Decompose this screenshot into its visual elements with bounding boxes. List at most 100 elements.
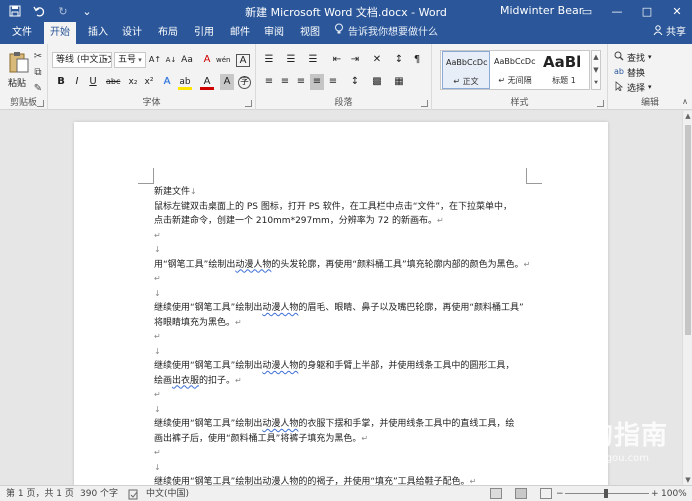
style-normal[interactable]: AaBbCcDc ↵ 正文 — [442, 51, 490, 89]
document-paragraph[interactable]: ↓ — [154, 403, 534, 418]
tab-home[interactable]: 开始 — [44, 22, 76, 44]
character-border-button[interactable]: A — [236, 54, 250, 67]
strikethrough-button[interactable]: abc — [106, 74, 120, 90]
paste-icon[interactable] — [8, 50, 30, 74]
shrink-font-button[interactable]: A↓ — [164, 52, 178, 68]
bold-button[interactable]: B — [54, 74, 68, 90]
document-paragraph[interactable]: ↵ — [154, 229, 534, 244]
borders-button[interactable]: ▦ — [392, 74, 406, 90]
show-formatting-marks-button[interactable]: ¶ — [410, 52, 424, 68]
read-mode-button[interactable] — [490, 488, 502, 499]
cut-icon[interactable]: ✂ — [32, 50, 44, 62]
document-paragraph[interactable]: 继续使用“钢笔工具”绘制出动漫人物的衣服下摆和手掌，并使用线条工具中的直线工具，… — [154, 417, 534, 446]
scroll-up-icon[interactable]: ▲ — [592, 51, 600, 64]
styles-launcher-icon[interactable] — [597, 100, 604, 107]
scroll-up-icon[interactable]: ▲ — [683, 111, 692, 121]
page-count[interactable]: 第 1 页，共 1 页 — [6, 486, 74, 501]
document-paragraph[interactable]: 继续使用“钢笔工具”绘制出动漫人物的身躯和手臂上半部，并使用线条工具中的圆形工具… — [154, 359, 534, 388]
replace-button[interactable]: ab 替换 — [614, 65, 645, 79]
language[interactable]: 中文(中国) — [146, 486, 189, 501]
line-spacing-button[interactable]: ↕ — [348, 74, 362, 90]
document-paragraph[interactable]: 新建文件↓ — [154, 185, 534, 200]
clear-formatting-button[interactable]: A — [200, 52, 214, 68]
style-no-spacing[interactable]: AaBbCcDc ↵ 无间隔 — [491, 51, 539, 89]
tab-references[interactable]: 引用 — [188, 22, 220, 44]
bullets-button[interactable]: ☰ — [262, 52, 276, 68]
decrease-indent-button[interactable]: ⇤ — [330, 52, 344, 68]
grow-font-button[interactable]: A↑ — [148, 52, 162, 68]
document-body[interactable]: 新建文件↓ 鼠标左键双击桌面上的 PS 图标，打开 PS 软件，在工具栏中点击“文… — [154, 185, 534, 485]
close-button[interactable]: ✕ — [662, 0, 692, 22]
numbering-button[interactable]: ☰ — [284, 52, 298, 68]
underline-button[interactable]: U — [86, 74, 100, 90]
maximize-button[interactable]: □ — [632, 0, 662, 22]
phonetic-guide-button[interactable]: wén — [216, 52, 230, 68]
document-paragraph[interactable]: ↵ — [154, 388, 534, 403]
justify-button[interactable]: ≡ — [310, 74, 324, 90]
clipboard-launcher-icon[interactable] — [37, 100, 44, 107]
word-count[interactable]: 390 个字 — [80, 486, 118, 501]
document-paragraph[interactable]: 继续使用“钢笔工具”绘制出动漫人物的眉毛、眼睛、鼻子以及嘴巴轮廓，再使用“颜料桶… — [154, 301, 534, 330]
share-button[interactable]: 共享 — [653, 25, 686, 41]
document-paragraph[interactable]: ↓ — [154, 461, 534, 476]
tab-layout[interactable]: 布局 — [152, 22, 184, 44]
web-layout-button[interactable] — [540, 488, 552, 499]
distributed-button[interactable]: ≡ — [326, 74, 340, 90]
document-paragraph[interactable]: ↓ — [154, 345, 534, 360]
gallery-more-icon[interactable]: ⯆ — [592, 77, 600, 90]
format-painter-icon[interactable]: ✎ — [32, 82, 44, 94]
document-paragraph[interactable]: ↵ — [154, 330, 534, 345]
scrollbar-thumb[interactable] — [685, 125, 691, 335]
paragraph-launcher-icon[interactable] — [421, 100, 428, 107]
tab-view[interactable]: 视图 — [294, 22, 326, 44]
ribbon-display-options-icon[interactable]: ▭ — [572, 0, 602, 22]
zoom-out-button[interactable]: − — [556, 486, 564, 501]
document-paragraph[interactable]: ↓ — [154, 287, 534, 302]
chinese-layout-button[interactable]: ✕ — [370, 52, 384, 68]
zoom-slider-thumb[interactable] — [604, 489, 608, 498]
scroll-down-icon[interactable]: ▼ — [592, 64, 600, 77]
document-paragraph[interactable]: 鼠标左键双击桌面上的 PS 图标，打开 PS 软件，在工具栏中点击“文件”，在下… — [154, 200, 534, 229]
align-left-button[interactable]: ≡ — [262, 74, 276, 90]
minimize-button[interactable]: — — [602, 0, 632, 22]
styles-gallery-scroll[interactable]: ▲ ▼ ⯆ — [591, 50, 601, 90]
document-paragraph[interactable]: ↵ — [154, 272, 534, 287]
document-paragraph[interactable]: 继续使用“钢笔工具”绘制出动漫人物的的褐子，并使用“填充”工具给鞋子配色。↵ — [154, 475, 534, 485]
proofing-icon[interactable] — [128, 486, 139, 501]
increase-indent-button[interactable]: ⇥ — [348, 52, 362, 68]
style-heading-1[interactable]: AaBl 标题 1 — [540, 51, 588, 89]
paste-button[interactable]: 粘贴 — [8, 76, 26, 89]
text-effects-button[interactable]: A — [160, 74, 174, 90]
font-color-button[interactable]: A — [200, 74, 214, 90]
tab-design[interactable]: 设计 — [116, 22, 148, 44]
font-size-combo[interactable]: 五号 ▾ — [114, 52, 146, 68]
font-name-combo[interactable]: 等线 (中文正文 ▾ — [52, 52, 112, 68]
font-launcher-icon[interactable] — [245, 100, 252, 107]
change-case-button[interactable]: Aa — [180, 52, 194, 68]
find-button[interactable]: 查找 ▾ — [614, 50, 652, 64]
vertical-scrollbar[interactable]: ▲ ▼ — [682, 111, 692, 485]
scroll-down-icon[interactable]: ▼ — [683, 475, 692, 485]
paragraph-shading-button[interactable]: ▩ — [370, 74, 384, 90]
copy-icon[interactable]: ⧉ — [32, 66, 44, 78]
align-right-button[interactable]: ≡ — [294, 74, 308, 90]
select-button[interactable]: 选择 ▾ — [614, 80, 652, 94]
document-paragraph[interactable]: 用“钢笔工具”绘制出动漫人物的头发轮廓，再使用“颜料桶工具”填充轮廓内部的颜色为… — [154, 258, 534, 273]
document-paragraph[interactable]: ↵ — [154, 446, 534, 461]
highlight-button[interactable]: ab — [178, 74, 192, 90]
multilevel-list-button[interactable]: ☰ — [306, 52, 320, 68]
print-layout-button[interactable] — [515, 488, 527, 499]
tab-file[interactable]: 文件 — [6, 22, 38, 44]
tab-mailings[interactable]: 邮件 — [224, 22, 256, 44]
sort-button[interactable]: ↕ — [392, 52, 406, 68]
document-paragraph[interactable]: ↓ — [154, 243, 534, 258]
tab-review[interactable]: 审阅 — [258, 22, 290, 44]
user-name[interactable]: Midwinter Bear — [500, 4, 583, 17]
subscript-button[interactable]: x₂ — [126, 74, 140, 90]
zoom-level[interactable]: 100% — [661, 486, 687, 501]
zoom-in-button[interactable]: + — [651, 486, 659, 501]
collapse-ribbon-icon[interactable]: ∧ — [682, 97, 688, 106]
italic-button[interactable]: I — [70, 74, 84, 90]
align-center-button[interactable]: ≡ — [278, 74, 292, 90]
tab-insert[interactable]: 插入 — [82, 22, 114, 44]
